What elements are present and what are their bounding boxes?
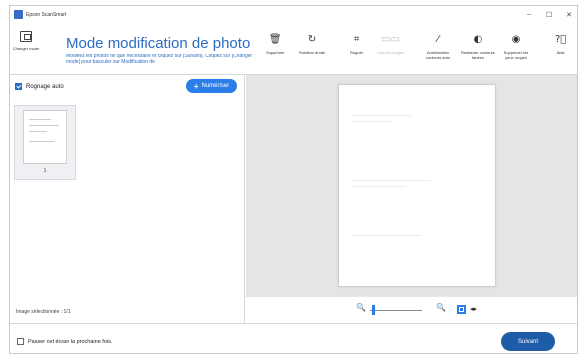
thumbnail-item[interactable]: 1 (14, 105, 76, 180)
preview-pane (246, 75, 577, 297)
window-title: Epson ScanSmart (26, 11, 67, 18)
next-button[interactable]: Suivant (501, 332, 555, 351)
page-title: Mode modification de photo (66, 35, 251, 52)
zoom-slider-thumb[interactable] (372, 305, 375, 315)
zoom-out-icon[interactable]: 🔍 (356, 303, 366, 312)
toolbar: Changer mode Mode modification de photo … (10, 23, 577, 75)
stitch-images-label: Coudre images (377, 50, 405, 55)
stitch-images-button[interactable]: ▭▭ Coudre images (377, 34, 404, 56)
delete-label: Supprimer (266, 50, 285, 55)
footer: Passer cet écran la prochaine fois. Suiv… (10, 323, 577, 353)
restore-colors-button[interactable]: ◐ Restaurer couleurs fanées (458, 34, 498, 61)
title-bar: Epson ScanSmart – ☐ ✕ (10, 6, 577, 23)
app-logo-icon (14, 10, 23, 19)
plus-icon: + (193, 81, 199, 91)
minimize-button[interactable]: – (519, 6, 539, 23)
change-mode-icon (20, 31, 32, 42)
auto-color-label: Amélioration couleurs auto (425, 50, 450, 60)
magic-wand-icon: ⁄ (437, 34, 439, 45)
selection-status: Image sélectionnée : 1/1 (16, 309, 71, 315)
skip-screen-toggle[interactable]: Passer cet écran la prochaine fois. (17, 338, 112, 345)
skip-screen-label: Passer cet écran la prochaine fois. (28, 338, 113, 345)
change-mode-label: Changer mode (12, 46, 40, 51)
page-description: Modifiez les photos tel que nécessaire e… (66, 54, 253, 65)
restore-colors-icon: ◐ (473, 34, 483, 45)
thumbnail-number: 1 (43, 168, 47, 174)
rotate-right-label: Rotation droite (299, 50, 326, 55)
help-label: Aide (556, 50, 565, 55)
expand-arrows-icon[interactable]: ◂▸ (470, 305, 477, 313)
preview-image[interactable] (338, 84, 496, 287)
help-button[interactable]: ?⃝ Aide (555, 34, 566, 56)
window-controls: – ☐ ✕ (519, 6, 577, 23)
rotate-right-button[interactable]: ↻ Rotation droite (299, 34, 325, 56)
skip-screen-checkbox[interactable] (17, 338, 24, 345)
zoom-bar: 🔍 🔍 ◂▸ (246, 297, 577, 323)
eye-icon: ◉ (511, 34, 521, 45)
close-button[interactable]: ✕ (559, 6, 577, 23)
rotate-right-icon: ↻ (307, 34, 317, 45)
thumbnail-image (23, 110, 67, 164)
trash-icon: 🗑 (268, 34, 282, 45)
auto-color-button[interactable]: ⁄ Amélioration couleurs auto (421, 34, 455, 61)
zoom-slider-track[interactable] (370, 310, 422, 311)
fit-to-window-button[interactable] (457, 305, 466, 314)
zoom-in-icon[interactable]: 🔍 (436, 303, 446, 312)
crop-icon: ⌗ (353, 34, 360, 45)
maximize-button[interactable]: ☐ (539, 6, 559, 23)
auto-crop-label: Rognage auto (26, 83, 64, 90)
crop-button[interactable]: ⌗ Rogner (350, 34, 363, 56)
auto-crop-toggle[interactable]: Rognage auto (15, 83, 64, 90)
thumbnail-pane: Rognage auto + Numériser 1 Image sélecti… (10, 75, 245, 323)
help-icon: ?⃝ (555, 34, 567, 45)
scan-button[interactable]: + Numériser (186, 79, 237, 93)
red-eye-button[interactable]: ◉ Supprimer les yeux rouges (500, 34, 532, 61)
delete-button[interactable]: 🗑 Supprimer (266, 34, 284, 56)
scan-button-label: Numériser (201, 83, 230, 89)
auto-crop-checkbox[interactable] (15, 83, 22, 90)
crop-label: Rogner (350, 50, 364, 55)
stitch-images-icon: ▭▭ (381, 34, 401, 45)
app-window: Epson ScanSmart – ☐ ✕ Changer mode Mode … (9, 5, 578, 354)
red-eye-label: Supprimer les yeux rouges (503, 50, 529, 60)
restore-colors-label: Restaurer couleurs fanées (461, 50, 495, 60)
change-mode-button[interactable]: Changer mode (12, 31, 40, 52)
